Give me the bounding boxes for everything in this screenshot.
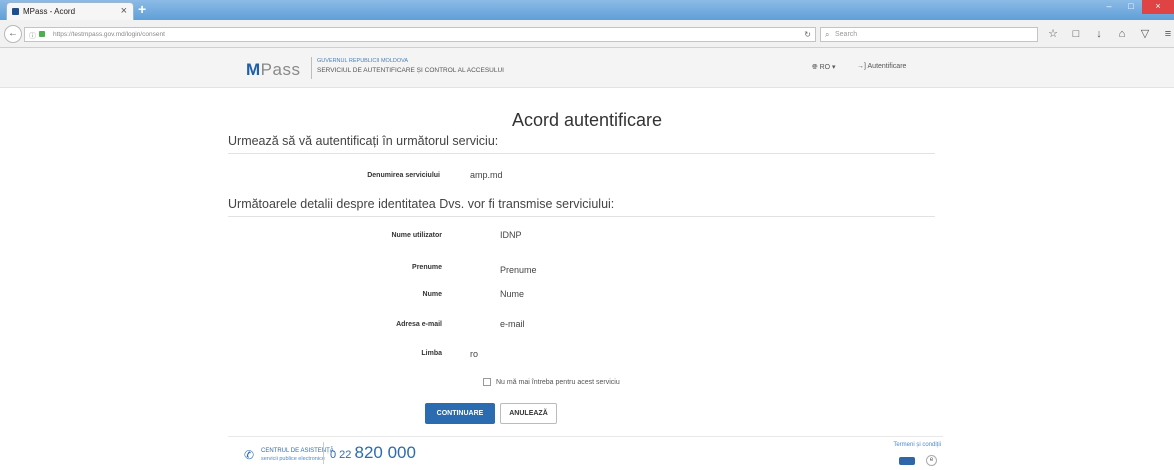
service-label: Denumirea serviciului (367, 172, 440, 179)
home-icon[interactable]: ⌂ (1117, 27, 1127, 41)
field-value: ro (470, 349, 479, 359)
maximize-button[interactable]: □ (1120, 0, 1142, 14)
service-section-heading: Urmează să vă autentificați în următorul… (228, 134, 935, 154)
identity-section-heading: Următoarele detalii despre identitatea D… (228, 197, 935, 217)
government-name: GUVERNUL REPUBLICII MOLDOVA (317, 58, 409, 64)
browser-toolbar: ☆ □ ↓ ⌂ ▽ ≡ (1048, 27, 1173, 41)
back-button[interactable]: ← (4, 25, 22, 43)
info-icon[interactable]: ⓘ (29, 30, 36, 43)
language-selector[interactable]: 🌐︎ RO ▾ (812, 63, 836, 72)
help-phone-number[interactable]: 0 22 820 000 (323, 442, 416, 464)
dont-ask-again-checkbox[interactable]: Nu mă mai întreba pentru acest serviciu (483, 378, 620, 386)
field-value: IDNP (500, 230, 522, 240)
login-link[interactable]: →] Autentificare (857, 63, 906, 70)
lock-icon (39, 31, 45, 37)
window-close-button[interactable]: × (1142, 0, 1174, 14)
caret-down-icon: ▾ (832, 64, 836, 71)
government-emblem-icon (899, 457, 915, 465)
bookmark-star-icon[interactable]: ☆ (1048, 27, 1058, 41)
field-label: Prenume (412, 264, 442, 271)
checkbox-box[interactable] (483, 378, 491, 386)
checkbox-label: Nu mă mai întreba pentru acest serviciu (496, 378, 620, 386)
tab-title: MPass - Acord (23, 7, 76, 16)
pocket-icon[interactable]: ▽ (1140, 27, 1150, 41)
field-value: Prenume (500, 265, 537, 275)
new-tab-button[interactable]: + (138, 1, 146, 17)
download-icon[interactable]: ↓ (1094, 27, 1104, 41)
field-label: Limba (421, 350, 442, 357)
footer: ✆ CENTRUL DE ASISTENȚĂ servicii publice … (228, 436, 943, 470)
government-title: GUVERNUL REPUBLICII MOLDOVA SERVICIUL DE… (311, 57, 504, 79)
cancel-button[interactable]: ANULEAZĂ (500, 403, 557, 424)
url-text: https://testmpass.gov.md/login/consent (53, 31, 165, 38)
continue-button[interactable]: CONTINUARE (425, 403, 495, 424)
search-placeholder: Search (835, 31, 858, 38)
phone-icon: ✆ (244, 448, 255, 462)
field-label: Adresa e-mail (396, 321, 442, 328)
field-label: Nume (422, 291, 442, 298)
service-name: SERVICIUL DE AUTENTIFICARE ȘI CONTROL AL… (317, 67, 504, 74)
clipboard-icon[interactable]: □ (1071, 27, 1081, 41)
field-value: Nume (500, 289, 525, 299)
browser-tab-bar: MPass - Acord × + – □ × (0, 0, 1174, 20)
reload-icon[interactable]: ↻ (804, 28, 811, 41)
browser-nav-bar: ← ⓘ https://testmpass.gov.md/login/conse… (0, 20, 1174, 48)
terms-link[interactable]: Termeni și condiții (893, 442, 941, 448)
favicon-icon (12, 8, 19, 15)
minimize-button[interactable]: – (1098, 0, 1120, 14)
site-header: MPass GUVERNUL REPUBLICII MOLDOVA SERVIC… (0, 48, 1174, 88)
globe-icon: 🌐︎ (812, 64, 818, 71)
browser-tab[interactable]: MPass - Acord × (6, 2, 134, 20)
tab-close-icon[interactable]: × (121, 3, 127, 20)
search-icon: ⌕ (825, 30, 830, 39)
field-label: Nume utilizator (391, 232, 442, 239)
mpass-logo[interactable]: MPass (246, 60, 300, 80)
menu-icon[interactable]: ≡ (1163, 27, 1173, 41)
egov-icon: e (926, 455, 937, 466)
field-value: e-mail (500, 319, 525, 329)
search-input[interactable]: ⌕ Search (820, 27, 1038, 42)
service-value: amp.md (470, 170, 503, 180)
address-bar[interactable]: ⓘ https://testmpass.gov.md/login/consent… (24, 27, 816, 42)
sign-in-icon: →] (857, 63, 866, 70)
page-title: Acord autentificare (511, 110, 663, 130)
window-controls: – □ × (1098, 0, 1174, 14)
